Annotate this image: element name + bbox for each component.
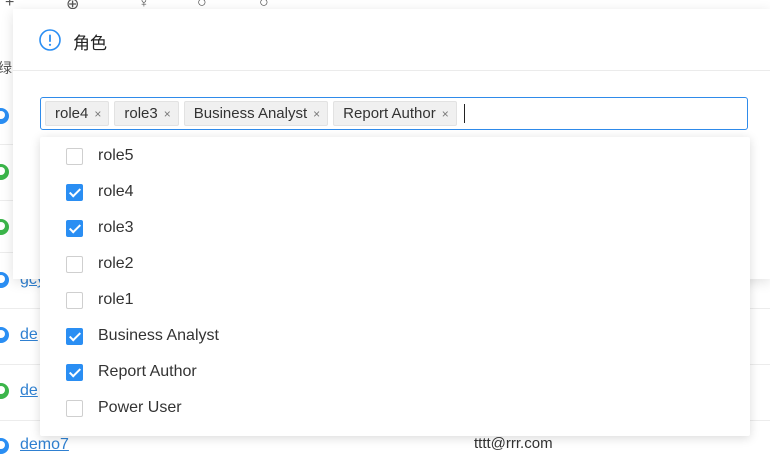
option-role4[interactable]: role4 xyxy=(40,174,750,210)
avatar xyxy=(0,383,9,399)
text-cursor xyxy=(463,104,465,123)
option-label: role2 xyxy=(98,255,134,272)
avatar xyxy=(0,164,9,180)
tag-label: role4 xyxy=(55,105,89,122)
option-label: role5 xyxy=(98,147,134,164)
selected-tag: role4 × xyxy=(45,101,110,126)
option-label: role1 xyxy=(98,291,134,308)
avatar xyxy=(0,108,9,124)
user-link[interactable]: de xyxy=(20,382,38,400)
avatar xyxy=(0,272,9,288)
option-report-author[interactable]: Report Author xyxy=(40,354,750,390)
selected-tag: Business Analyst × xyxy=(183,101,329,126)
option-business-analyst[interactable]: Business Analyst xyxy=(40,318,750,354)
remove-tag-icon[interactable]: × xyxy=(94,107,101,121)
user-email: tttt@rrr.com xyxy=(474,435,553,452)
tag-label: Business Analyst xyxy=(193,105,308,122)
user-link[interactable]: demo7 xyxy=(20,436,69,454)
option-label: role3 xyxy=(98,219,134,236)
option-label: role4 xyxy=(98,183,134,200)
option-checkbox[interactable] xyxy=(66,219,83,237)
option-label: Power User xyxy=(98,399,182,416)
option-checkbox[interactable] xyxy=(66,147,83,165)
remove-tag-icon[interactable]: × xyxy=(164,107,171,121)
role-dropdown: role5 role4 role3 role2 role1 Business A… xyxy=(40,137,750,436)
user-link[interactable]: de xyxy=(20,326,38,344)
option-checkbox[interactable] xyxy=(66,255,83,273)
selected-tag: role3 × xyxy=(114,101,179,126)
option-role2[interactable]: role2 xyxy=(40,246,750,282)
option-label: Report Author xyxy=(98,363,197,380)
avatar xyxy=(0,219,9,235)
option-checkbox[interactable] xyxy=(66,291,83,309)
avatar xyxy=(0,438,9,454)
modal-title: 角色 xyxy=(73,34,107,53)
option-checkbox[interactable] xyxy=(66,363,83,381)
remove-tag-icon[interactable]: × xyxy=(442,107,449,121)
role-multi-select[interactable]: role4 × role3 × Business Analyst × Repor… xyxy=(40,97,748,130)
tag-label: Report Author xyxy=(343,105,436,122)
selected-tag: Report Author × xyxy=(333,101,457,126)
option-checkbox[interactable] xyxy=(66,183,83,201)
remove-tag-icon[interactable]: × xyxy=(313,107,320,121)
option-role1[interactable]: role1 xyxy=(40,282,750,318)
tag-label: role3 xyxy=(124,105,158,122)
option-power-user[interactable]: Power User xyxy=(40,390,750,426)
option-role3[interactable]: role3 xyxy=(40,210,750,246)
modal-header: 角色 xyxy=(13,9,770,71)
avatar xyxy=(0,327,9,343)
option-checkbox[interactable] xyxy=(66,399,83,417)
option-label: Business Analyst xyxy=(98,327,219,344)
option-role5[interactable]: role5 xyxy=(40,138,750,174)
info-circle-icon xyxy=(39,29,61,51)
left-text-fragment: 绿 xyxy=(0,60,12,76)
option-checkbox[interactable] xyxy=(66,327,83,345)
